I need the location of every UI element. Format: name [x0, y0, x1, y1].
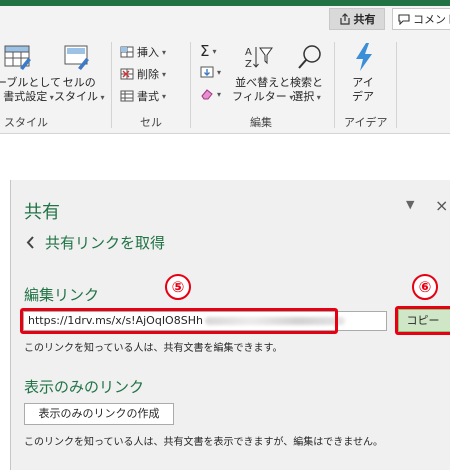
comment-button-label: コメント [413, 13, 450, 26]
chevron-down-icon: ▾ [217, 67, 222, 77]
group-divider [111, 42, 112, 128]
group-divider [334, 42, 335, 128]
format-as-table-button[interactable]: ーブルとして 書式設定 ▾ [0, 76, 61, 105]
sort-filter-label-1: 並べ替えと [235, 76, 291, 89]
step-badge-5: ⑤ [165, 274, 191, 300]
find-select-button[interactable]: 検索と 選択 ▾ [290, 76, 323, 105]
cell-styles-icon [64, 44, 92, 70]
cell-styles-label-2: スタイル [54, 90, 98, 103]
chevron-down-icon: ▾ [47, 93, 54, 102]
ideas-button[interactable]: アイ デア [352, 76, 374, 104]
share-icon [339, 13, 351, 25]
search-icon [296, 44, 324, 70]
create-view-link-button[interactable]: 表示のみのリンクの作成 [24, 403, 174, 425]
cell-styles-label-1: セルの [62, 76, 96, 89]
group-divider [190, 42, 191, 128]
chevron-down-icon: ▾ [162, 91, 167, 101]
autosum-button[interactable]: Σ ▾ [200, 42, 217, 60]
comment-button[interactable]: コメント [392, 8, 450, 30]
find-select-label-1: 検索と [290, 76, 323, 89]
format-as-table-icon [4, 44, 32, 70]
sort-filter-label-2: フィルター [232, 90, 287, 103]
clear-button[interactable]: ▾ [200, 88, 221, 100]
delete-cells-button[interactable]: 削除 ▾ [120, 66, 166, 82]
find-select-label-2: 選択 [292, 90, 315, 103]
sort-filter-icon: AZ [244, 44, 274, 70]
edit-link-note: このリンクを知っている人は、共有文書を編集できます。 [24, 343, 283, 354]
pane-options-icon[interactable]: ▼ [406, 198, 414, 211]
insert-cells-label: 挿入 [137, 46, 159, 59]
insert-cells-button[interactable]: 挿入 ▾ [120, 44, 166, 60]
svg-text:Z: Z [245, 59, 252, 70]
chevron-down-icon: ▾ [212, 46, 217, 56]
eraser-icon [200, 88, 214, 100]
ideas-label-2: デア [352, 90, 374, 103]
chevron-down-icon: ▾ [162, 69, 167, 79]
back-label: 共有リンクを取得 [45, 234, 166, 252]
highlight-box-link [20, 308, 338, 334]
svg-text:A: A [245, 47, 252, 58]
ideas-label-1: アイ [352, 76, 374, 89]
styles-group-label: スタイル [4, 116, 48, 129]
chevron-left-icon [26, 236, 35, 249]
back-button[interactable]: 共有リンクを取得 [26, 232, 165, 253]
group-divider [396, 42, 397, 128]
insert-cells-icon [120, 46, 134, 58]
view-link-heading: 表示のみのリンク [24, 378, 145, 396]
sort-filter-button[interactable]: 並べ替えと フィルター ▾ [232, 76, 293, 105]
highlight-box-copy [395, 306, 450, 335]
edit-link-heading: 編集リンク [24, 286, 100, 304]
pane-scrollbar-strip [0, 180, 11, 470]
view-link-note: このリンクを知っている人は、共有文書を表示できますが、編集はできません。 [24, 437, 383, 448]
sigma-icon: Σ [200, 42, 210, 60]
cells-group-label: セル [140, 116, 162, 129]
format-as-table-label-1: ーブルとして [0, 76, 62, 89]
chevron-down-icon: ▾ [98, 93, 105, 102]
delete-cells-icon [120, 68, 134, 80]
share-button-label: 共有 [353, 13, 376, 26]
chevron-down-icon: ▾ [217, 89, 222, 99]
cell-styles-button[interactable]: セルの スタイル ▾ [54, 76, 105, 105]
share-button[interactable]: 共有 [329, 8, 385, 30]
format-as-table-label-2: 書式設定 [3, 90, 48, 103]
lightning-icon [352, 42, 376, 72]
pane-title: 共有 [24, 202, 60, 223]
comment-icon [398, 13, 410, 25]
chevron-down-icon: ▾ [162, 47, 167, 57]
delete-cells-label: 削除 [137, 68, 159, 81]
format-cells-label: 書式 [137, 90, 159, 103]
worksheet-area [0, 134, 450, 180]
ideas-group-label: アイデア [344, 116, 388, 129]
step-badge-6: ⑥ [412, 274, 438, 300]
create-view-link-label: 表示のみのリンクの作成 [38, 407, 160, 420]
editing-group-label: 編集 [250, 116, 272, 129]
fill-down-icon [200, 66, 214, 78]
format-cells-icon [120, 90, 134, 102]
close-icon[interactable]: × [435, 196, 448, 215]
chevron-down-icon: ▾ [314, 93, 321, 102]
format-cells-button[interactable]: 書式 ▾ [120, 88, 166, 104]
fill-button[interactable]: ▾ [200, 66, 221, 78]
